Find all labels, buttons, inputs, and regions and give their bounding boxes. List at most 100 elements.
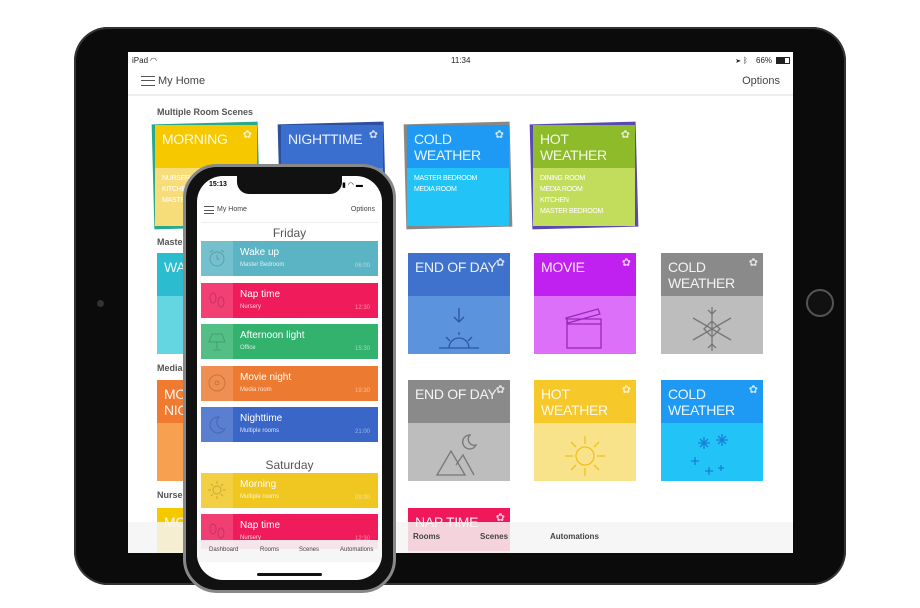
nav-title: My Home: [158, 75, 206, 87]
scene-tile[interactable]: MASTER BEDROOM MEDIA ROOM COLD WEATHER ✿: [407, 125, 509, 226]
iphone-tab-bar: Dashboard Rooms Scenes Automations: [197, 540, 382, 562]
wifi-icon: ◠: [150, 56, 157, 65]
section-media: Media: [157, 363, 183, 373]
item-time: 12:30: [354, 304, 370, 311]
section-nursery: Nurser: [157, 490, 187, 500]
gear-icon[interactable]: ✿: [496, 383, 505, 396]
item-icon-panel: [201, 365, 233, 401]
home-indicator[interactable]: [257, 573, 322, 576]
item-name: Nap time: [240, 288, 281, 300]
tile-title: MOVIE: [541, 259, 585, 275]
divider: [201, 222, 378, 223]
tile-body: DINING ROOM MEDIA ROOM KITCHEN MASTER BEDRO…: [533, 168, 635, 226]
options-button[interactable]: Options: [742, 75, 780, 87]
schedule-item[interactable]: Nighttime Multiple rooms 21:00: [201, 407, 378, 442]
tile-body: [408, 423, 510, 481]
gear-icon[interactable]: ✿: [622, 256, 631, 269]
item-time: 09:30: [354, 494, 370, 501]
item-icon-panel: [201, 241, 233, 276]
battery-icon: [776, 57, 790, 64]
room-scene-tile[interactable]: COLD WEATHER ✿: [661, 253, 763, 354]
nav-title: My Home: [217, 206, 247, 213]
item-name: Nap time: [240, 520, 281, 531]
gear-icon[interactable]: ✿: [495, 128, 504, 141]
tab-rooms[interactable]: Rooms: [260, 547, 279, 553]
status-time: 11:34: [451, 56, 471, 65]
iphone-screen: 15:13 ▮ ◠ ▬ My Home Options Friday Wake u…: [197, 176, 382, 580]
tab-scenes[interactable]: Scenes: [480, 532, 508, 541]
item-room: Office: [240, 345, 256, 351]
tile-body: MASTER BEDROOM MEDIA ROOM: [407, 168, 509, 226]
notch: [237, 176, 342, 194]
room-scene-tile[interactable]: MOVIE ✿: [534, 253, 636, 354]
item-icon-panel: [201, 472, 233, 508]
item-room: Multiple rooms: [240, 493, 280, 500]
schedule-item[interactable]: Afternoon light Office 15:30: [201, 324, 378, 359]
tile-rooms: DINING ROOM MEDIA ROOM KITCHEN MASTER BEDRO…: [540, 175, 604, 215]
tile-body: [661, 423, 763, 481]
item-name: Movie night: [240, 371, 292, 383]
item-time: 21:00: [354, 429, 370, 435]
item-room: Media room: [240, 386, 272, 393]
tab-automations[interactable]: Automations: [550, 532, 599, 541]
section-master: Maste: [157, 237, 183, 247]
tile-title: NIGHTTIME: [288, 131, 363, 147]
schedule-item[interactable]: Wake up Master Bedroom 06:00: [201, 241, 378, 276]
item-icon-panel: [201, 282, 233, 318]
location-bluetooth-icon: ➤ ᛒ: [736, 56, 748, 65]
tile-title: COLD WEATHER: [668, 386, 735, 418]
item-name: Afternoon light: [240, 330, 305, 341]
day-header: Friday: [272, 226, 307, 240]
tab-scenes[interactable]: Scenes: [299, 547, 319, 553]
tile-title: END OF DAY: [415, 386, 497, 402]
battery-level: 66%: [756, 56, 773, 65]
tile-title: HOT WEATHER: [540, 131, 607, 163]
tab-dashboard[interactable]: Dashboard: [209, 547, 238, 553]
menu-icon[interactable]: [141, 76, 155, 86]
item-icon-panel: [201, 407, 233, 442]
tab-automations[interactable]: Automations: [340, 547, 373, 553]
room-scene-tile[interactable]: COLD WEATHER ✿: [661, 380, 763, 481]
tab-rooms[interactable]: Rooms: [413, 532, 440, 541]
tile-title: COLD WEATHER: [414, 131, 481, 163]
ipad-camera: [97, 300, 104, 307]
gear-icon[interactable]: ✿: [496, 256, 505, 269]
gear-icon[interactable]: ✿: [621, 128, 630, 141]
tile-title: COLD WEATHER: [668, 259, 735, 291]
item-time: 19:30: [354, 387, 370, 394]
schedule-item[interactable]: Morning Multiple rooms 09:30: [201, 472, 378, 508]
day-header: Saturday: [265, 457, 314, 472]
status-device: iPad: [132, 56, 149, 65]
gear-icon[interactable]: ✿: [243, 128, 252, 141]
tile-body: [534, 423, 636, 481]
item-time: 15:30: [354, 346, 370, 352]
options-button[interactable]: Options: [351, 206, 375, 213]
tile-body: [408, 296, 510, 354]
room-scene-tile[interactable]: END OF DAY ✿: [408, 380, 510, 481]
tile-body: [534, 296, 636, 354]
gear-icon[interactable]: ✿: [369, 128, 378, 141]
ipad-nav-bar: My Home Options: [128, 68, 793, 96]
item-room: Nursery: [240, 303, 262, 310]
gear-icon[interactable]: ✿: [749, 256, 758, 269]
item-room: Multiple rooms: [240, 428, 280, 434]
scene-tile[interactable]: DINING ROOM MEDIA ROOM KITCHEN MASTER BEDRO…: [533, 125, 635, 226]
gear-icon[interactable]: ✿: [622, 383, 631, 396]
ipad-home-button[interactable]: [806, 289, 834, 317]
item-name: Wake up: [240, 247, 280, 258]
schedule-item[interactable]: Nap time Nursery 12:30: [201, 282, 378, 318]
tile-title: MORNING: [162, 131, 228, 147]
room-scene-tile[interactable]: END OF DAY ✿: [408, 253, 510, 354]
tile-title: END OF DAY: [415, 259, 497, 275]
tile-rooms: MASTER BEDROOM MEDIA ROOM: [414, 175, 478, 193]
menu-icon[interactable]: [204, 206, 214, 214]
item-name: Nighttime: [240, 413, 283, 424]
item-name: Morning: [240, 478, 277, 490]
schedule-item[interactable]: Movie night Media room 19:30: [201, 365, 378, 401]
room-scene-tile[interactable]: HOT WEATHER ✿: [534, 380, 636, 481]
gear-icon[interactable]: ✿: [749, 383, 758, 396]
item-room: Master Bedroom: [240, 262, 285, 268]
section-multiple-room-scenes: Multiple Room Scenes: [157, 107, 254, 117]
item-time: 06:00: [354, 263, 370, 269]
tile-body: [661, 296, 763, 354]
